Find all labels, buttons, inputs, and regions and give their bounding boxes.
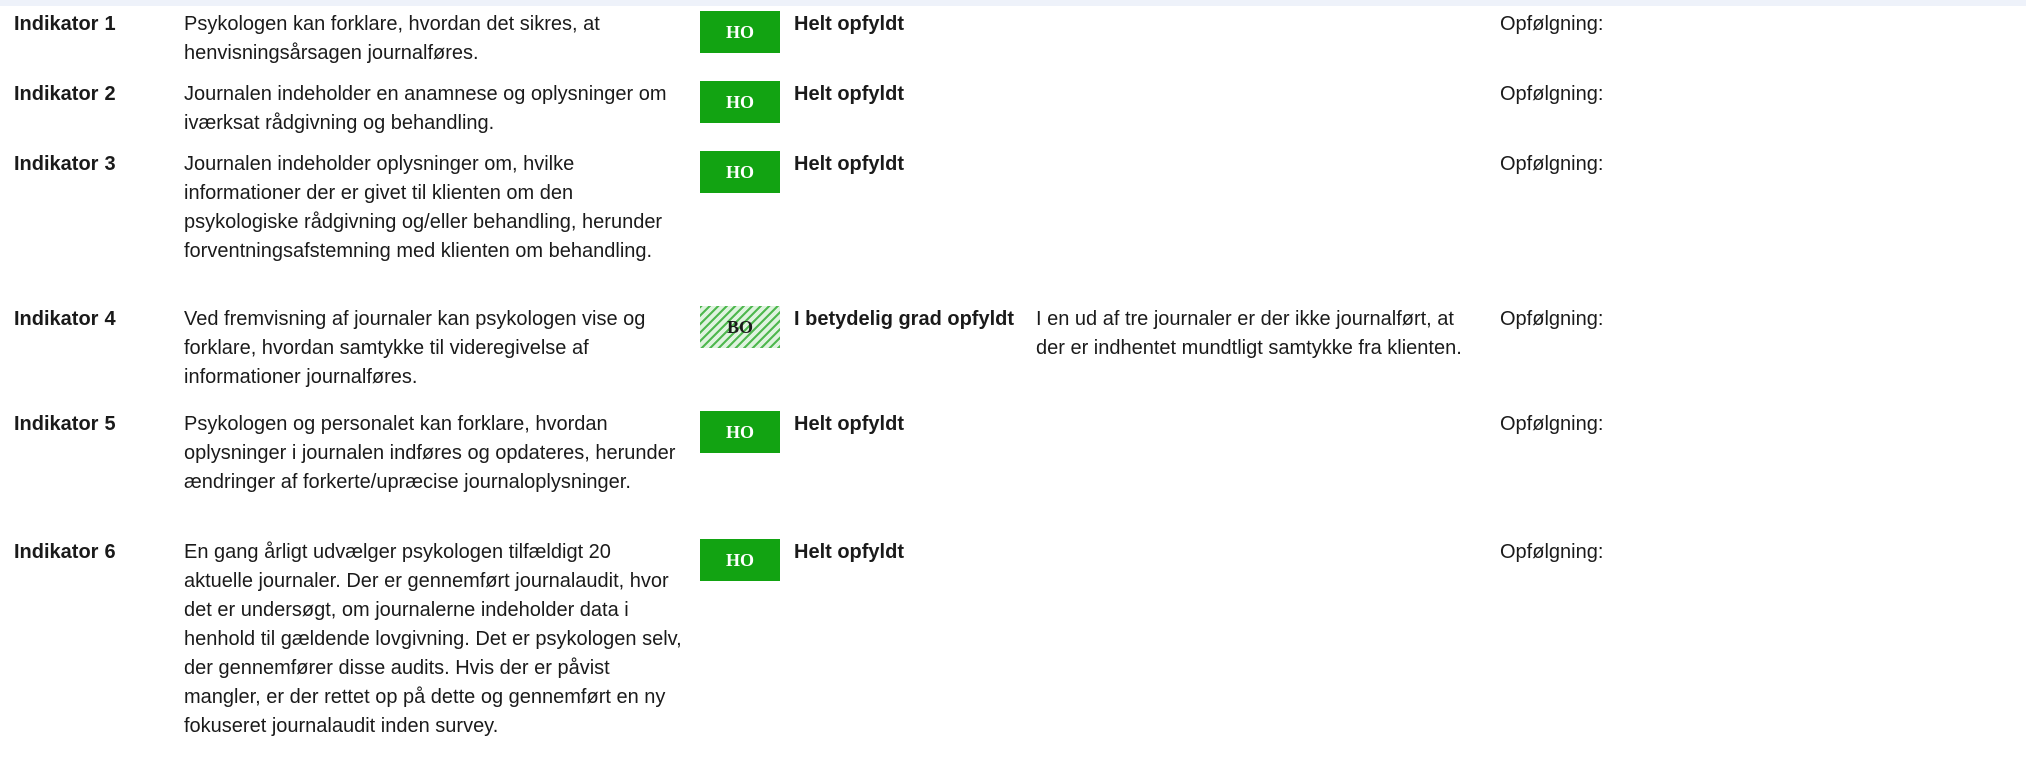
indicator-number: 2 <box>104 83 116 105</box>
indicator-description: En gang årligt udvælger psykologen tilfæ… <box>184 541 682 737</box>
score-badge-ho: HO <box>700 81 780 123</box>
indicator-description: Psykologen og personalet kan forklare, h… <box>184 413 676 493</box>
status-text: Helt opfyldt <box>794 413 904 435</box>
indicator-number: 6 <box>104 541 116 563</box>
indicator-label: Indikator 5 <box>14 413 116 435</box>
indicator-label: Indikator 6 <box>14 541 116 563</box>
indicator-description: Psykologen kan forklare, hvordan det sik… <box>184 13 600 64</box>
comment-text: I en ud af tre journaler er der ikke jou… <box>1036 308 1462 359</box>
followup-label: Opfølgning: <box>1500 541 1604 563</box>
indicator-label: Indikator 2 <box>14 83 116 105</box>
status-text: Helt opfyldt <box>794 83 904 105</box>
followup-label: Opfølgning: <box>1500 83 1604 105</box>
followup-label: Opfølgning: <box>1500 308 1604 330</box>
indicator-label: Indikator 4 <box>14 308 116 330</box>
status-text: Helt opfyldt <box>794 153 904 175</box>
score-badge-bo: BO <box>700 306 780 348</box>
followup-label: Opfølgning: <box>1500 413 1604 435</box>
indicator-label: Indikator 1 <box>14 13 116 35</box>
indicator-description: Journalen indeholder oplysninger om, hvi… <box>184 153 663 262</box>
indicator-label: Indikator 3 <box>14 153 116 175</box>
indicator-number: 5 <box>104 413 116 435</box>
indicator-number: 3 <box>104 153 116 175</box>
indicator-number: 1 <box>104 13 116 35</box>
status-text: Helt opfyldt <box>794 13 904 35</box>
status-text: Helt opfyldt <box>794 541 904 563</box>
indicator-description: Ved fremvisning af journaler kan psykolo… <box>184 308 646 388</box>
followup-label: Opfølgning: <box>1500 13 1604 35</box>
indicator-table: Indikator 1 Psykologen kan forklare, hvor… <box>0 0 2026 763</box>
score-badge-ho: HO <box>700 151 780 193</box>
indicator-description: Journalen indeholder en anamnese og oply… <box>184 83 667 134</box>
status-text: I betydelig grad opfyldt <box>794 308 1015 330</box>
score-badge-ho: HO <box>700 539 780 581</box>
indicator-number: 4 <box>104 308 116 330</box>
score-badge-ho: HO <box>700 11 780 53</box>
followup-label: Opfølgning: <box>1500 153 1604 175</box>
score-badge-ho: HO <box>700 411 780 453</box>
